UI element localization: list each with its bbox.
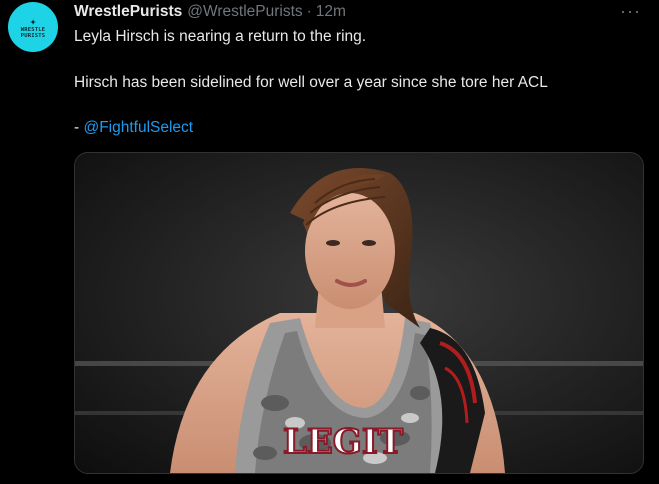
tweet-photo[interactable]: LEGIT bbox=[74, 152, 644, 474]
tweet-text-line-2: Hirsch has been sidelined for well over … bbox=[74, 74, 548, 91]
shirt-legit-text: LEGIT bbox=[283, 422, 403, 462]
photo-icon: LEGIT bbox=[75, 153, 643, 473]
tweet-header: WrestlePurists @WrestlePurists · 12m bbox=[74, 2, 346, 22]
mention-link[interactable]: @FightfulSelect bbox=[83, 119, 193, 136]
author-name[interactable]: WrestlePurists bbox=[74, 3, 182, 21]
wrestler-silhouette-icon: ✦ bbox=[29, 14, 37, 28]
timestamp[interactable]: 12m bbox=[316, 3, 346, 21]
tweet[interactable]: ✦ WRESTLE PURISTS WrestlePurists @Wrestl… bbox=[0, 0, 659, 484]
avatar[interactable]: ✦ WRESTLE PURISTS bbox=[8, 2, 58, 52]
more-options-icon[interactable]: ··· bbox=[620, 0, 641, 22]
separator-dot: · bbox=[306, 3, 312, 20]
author-handle[interactable]: @WrestlePurists bbox=[187, 3, 302, 21]
tweet-text-line-3: - @FightfulSelect bbox=[74, 119, 193, 137]
tweet-text-line-1: Leyla Hirsch is nearing a return to the … bbox=[74, 28, 367, 45]
avatar-logo-text-bottom: PURISTS bbox=[20, 32, 46, 39]
